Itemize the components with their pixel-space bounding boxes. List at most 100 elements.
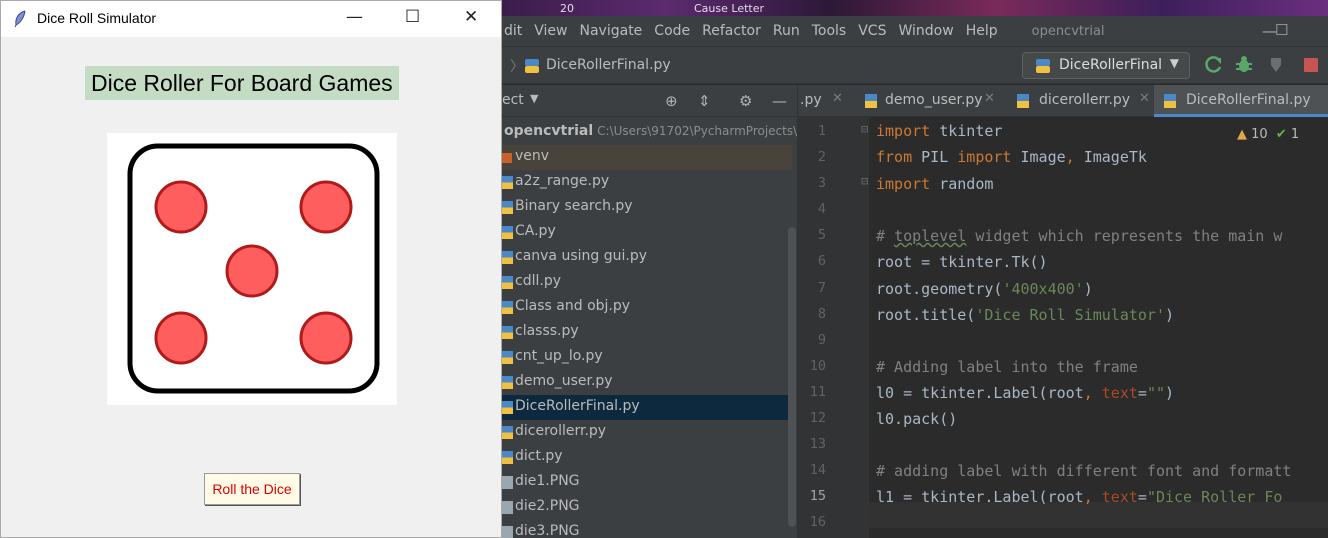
fold-marker-icon[interactable]: ⊟ [861, 122, 868, 136]
tree-root[interactable]: opencvtrial C:\Users\91702\PycharmProject… [500, 120, 797, 145]
python-file-icon [502, 351, 513, 364]
die-pip [154, 311, 208, 365]
tree-item[interactable]: CA.py [500, 220, 792, 245]
code-editor[interactable]: import tkinter from PIL import Image, Im… [869, 117, 1328, 538]
close-icon[interactable]: ✕ [832, 91, 843, 106]
tree-item-label: CA.py [515, 223, 556, 239]
tree-item[interactable]: cnt_up_lo.py [500, 345, 792, 370]
python-file-icon [502, 276, 513, 289]
tree-item-selected[interactable]: DiceRollerFinal.py [500, 395, 792, 420]
image-file-icon [502, 501, 513, 514]
line-number: 14 [809, 462, 826, 478]
project-panel-title[interactable]: ect [502, 92, 524, 108]
close-icon[interactable]: ✕ [984, 91, 995, 106]
die-pip [225, 244, 279, 298]
code-line: from PIL import Image, ImageTk [876, 148, 1147, 166]
line-number: 16 [809, 514, 826, 530]
tab-label: .py [800, 92, 822, 108]
wallpaper-text: Cause Letter [694, 2, 765, 15]
tree-item[interactable]: die3.PNG [500, 520, 792, 538]
die-pip [154, 180, 208, 234]
tab-label: DiceRollerFinal.py [1186, 92, 1311, 108]
project-tree: opencvtrial C:\Users\91702\PycharmProject… [500, 117, 797, 538]
editor-tabs: .py ✕ demo_user.py ✕ dicerollerr.py ✕ Di… [797, 85, 1328, 117]
dice-roll-window: Dice Roll Simulator — ☐ ✕ Dice Roller Fo… [0, 0, 502, 538]
minimize-icon[interactable]: — [346, 7, 363, 27]
menu-edit[interactable]: dit [504, 23, 522, 39]
close-icon[interactable]: ✕ [464, 7, 478, 27]
tree-item[interactable]: cdll.py [500, 270, 792, 295]
locate-icon[interactable]: ⊕ [665, 92, 678, 110]
tree-item[interactable]: die1.PNG [500, 470, 792, 495]
python-file-icon [502, 176, 513, 189]
tree-item[interactable]: canva using gui.py [500, 245, 792, 270]
line-number: 11 [809, 384, 826, 400]
code-line: l1 = tkinter.Label(root, text="Dice Roll… [876, 488, 1283, 506]
code-line: # Adding label into the frame [876, 358, 1138, 376]
maximize-icon[interactable]: ☐ [405, 7, 420, 27]
menu-bar: dit View Navigate Code Refactor Run Tool… [500, 16, 1328, 46]
menu-run[interactable]: Run [773, 23, 800, 39]
tab[interactable]: dicerollerr.py ✕ [1011, 85, 1157, 117]
tree-root-name: opencvtrial [504, 123, 594, 139]
line-number: 10 [809, 358, 826, 374]
menu-window[interactable]: Window [898, 23, 953, 39]
tree-root-path: C:\Users\91702\PycharmProjects\ [597, 124, 797, 138]
collapse-all-icon[interactable]: ⇕ [698, 92, 711, 110]
tree-item-label: venv [515, 148, 550, 164]
stop-icon[interactable] [1301, 55, 1321, 75]
tree-item[interactable]: dict.py [500, 445, 792, 470]
tree-item[interactable]: demo_user.py [500, 370, 792, 395]
breadcrumb-file[interactable]: DiceRollerFinal.py [546, 57, 671, 73]
tab[interactable]: .py ✕ [798, 85, 852, 117]
menu-code[interactable]: Code [654, 23, 690, 39]
inspection-widget[interactable]: ▲ 10 ✔ 1 [1237, 127, 1299, 142]
tree-item[interactable]: dicerollerr.py [500, 420, 792, 445]
image-file-icon [502, 476, 513, 489]
tree-item-label: Binary search.py [515, 198, 633, 214]
tree-item[interactable]: a2z_range.py [500, 170, 792, 195]
menu-navigate[interactable]: Navigate [580, 23, 643, 39]
tree-item[interactable]: classs.py [500, 320, 792, 345]
menu-vcs[interactable]: VCS [858, 23, 886, 39]
ide-window: dit View Navigate Code Refactor Run Tool… [500, 16, 1328, 538]
die-pip [299, 180, 353, 234]
code-line: import tkinter [876, 122, 1003, 140]
gear-icon[interactable]: ⚙ [739, 92, 752, 110]
project-panel-header: ect ▼ ⊕ ⇕ ⚙ — [500, 85, 797, 117]
tree-item[interactable]: Class and obj.py [500, 295, 792, 320]
code-line: # toplevel widget which represents the m… [876, 227, 1283, 245]
python-file-icon [502, 401, 513, 414]
python-file-icon [502, 376, 513, 389]
tree-item-label: canva using gui.py [515, 248, 648, 264]
die-image [107, 133, 397, 405]
menu-help[interactable]: Help [966, 23, 998, 39]
python-file-icon [1036, 59, 1050, 73]
hide-panel-icon[interactable]: — [772, 92, 787, 110]
scrollbar[interactable] [788, 227, 796, 527]
python-file-icon [525, 59, 539, 73]
fold-marker-icon[interactable]: ⊟ [861, 174, 868, 188]
maximize-icon[interactable]: ☐ [1275, 21, 1288, 39]
rerun-icon[interactable] [1204, 55, 1224, 75]
close-icon[interactable]: ✕ [1139, 91, 1150, 106]
menu-view[interactable]: View [534, 23, 567, 39]
run-configuration-dropdown[interactable]: DiceRollerFinal ▼ [1022, 52, 1190, 79]
tree-item[interactable]: Binary search.py [500, 195, 792, 220]
window-titlebar[interactable]: Dice Roll Simulator — ☐ ✕ [1, 1, 501, 37]
feather-icon [14, 10, 26, 28]
tree-item[interactable]: die2.PNG [500, 495, 792, 520]
menu-refactor[interactable]: Refactor [702, 23, 761, 39]
code-line: l0 = tkinter.Label(root, text="") [876, 384, 1175, 402]
tab-active[interactable]: DiceRollerFinal.py [1154, 85, 1328, 117]
coverage-icon[interactable] [1267, 55, 1287, 75]
tree-item-venv[interactable]: venv [500, 145, 792, 170]
wallpaper-text: 20 [560, 2, 574, 15]
python-file-icon [502, 426, 513, 439]
tab[interactable]: demo_user.py ✕ [859, 85, 1002, 117]
debug-icon[interactable] [1234, 55, 1254, 75]
tree-item-label: DiceRollerFinal.py [515, 398, 640, 414]
chevron-down-icon[interactable]: ▼ [530, 92, 538, 105]
roll-dice-button[interactable]: Roll the Dice [204, 473, 300, 505]
menu-tools[interactable]: Tools [812, 23, 847, 39]
